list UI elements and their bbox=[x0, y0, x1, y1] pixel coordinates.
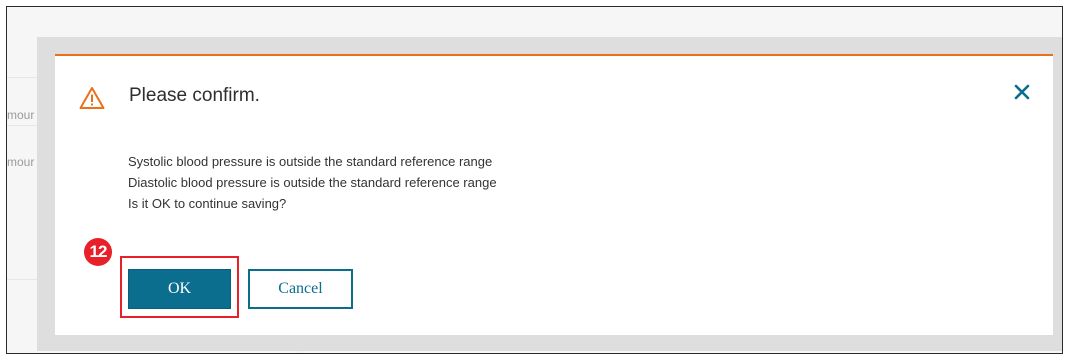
close-icon[interactable] bbox=[1011, 81, 1033, 103]
cancel-button[interactable]: Cancel bbox=[248, 269, 353, 309]
ok-button[interactable]: OK bbox=[128, 269, 231, 309]
dialog-title: Please confirm. bbox=[129, 85, 260, 106]
step-number-badge: 12 bbox=[84, 238, 112, 266]
background-field-label: mour bbox=[7, 155, 35, 169]
dialog-message: Systolic blood pressure is outside the s… bbox=[128, 151, 497, 214]
message-line: Is it OK to continue saving? bbox=[128, 196, 287, 211]
screenshot-frame: mour mour Please confirm. Systolic blood… bbox=[6, 6, 1063, 354]
warning-triangle-icon bbox=[79, 87, 105, 109]
message-line: Diastolic blood pressure is outside the … bbox=[128, 175, 497, 190]
confirm-dialog: Please confirm. Systolic blood pressure … bbox=[55, 54, 1053, 335]
message-line: Systolic blood pressure is outside the s… bbox=[128, 154, 493, 169]
background-field-label: mour bbox=[7, 108, 35, 122]
